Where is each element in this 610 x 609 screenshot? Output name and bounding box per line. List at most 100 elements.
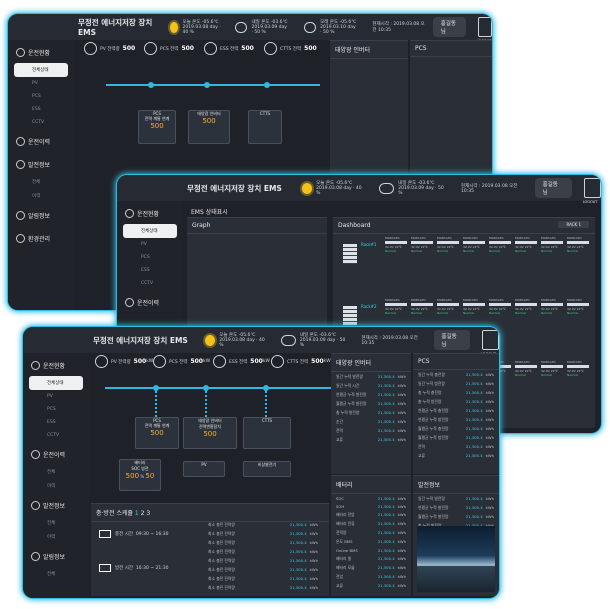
flow-line <box>205 391 207 417</box>
module-cell[interactable]: MODULE132.4V 22℃Normal <box>567 236 589 254</box>
sidebar-item-cctv[interactable]: CCTV <box>117 277 183 290</box>
sidebar-section-alarm[interactable]: 알림정보 <box>8 203 74 226</box>
data-row: 최소 충전 전력량 21,300.4 kWh <box>208 530 318 536</box>
sidebar-section-history[interactable]: 운전이력 <box>8 129 74 152</box>
module-cell[interactable]: MODULE132.4V 22℃Normal <box>385 298 407 316</box>
device-battery[interactable]: 배터리 SOC 방전 500 % 50 <box>119 459 161 491</box>
data-row: 전력 21,300.4 kWh <box>418 443 494 449</box>
device-pcs[interactable]: PCS 전력 계통 연계 500 <box>138 110 176 144</box>
sidebar-item-pcs[interactable]: PCS <box>8 90 74 103</box>
cloud-icon <box>378 182 395 194</box>
device-generator[interactable]: 비상발전기 <box>243 461 291 477</box>
user-button[interactable]: 홍길동 님 <box>432 17 466 37</box>
logout-button[interactable]: LOGOUT <box>481 330 499 356</box>
module-cell[interactable]: MODULE132.4V 22℃Normal <box>411 298 433 316</box>
module-cell[interactable]: MODULE132.4V 22℃Normal <box>541 360 563 378</box>
module-cell[interactable]: MODULE132.4V 22℃Normal <box>541 236 563 254</box>
data-row: 온도 BMS 21,300.4 kWh <box>336 538 406 544</box>
sidebar-item-pcs[interactable]: PCS <box>117 251 183 264</box>
logout-button[interactable]: LOGOUT <box>477 17 492 43</box>
sidebar-item-pv[interactable]: PV <box>8 77 74 90</box>
data-row: 일간 누적 발전량 21,300.4 kWh <box>418 495 494 501</box>
sidebar-item-cctv[interactable]: CCTV <box>23 429 89 442</box>
sidebar-section-status[interactable]: 운전현황 <box>117 201 183 224</box>
device-ctts[interactable]: CTTS <box>248 110 282 144</box>
sidebar-section-history[interactable]: 운전이력 <box>23 442 89 465</box>
sidebar-section-gen[interactable]: 발전정보 <box>23 493 89 516</box>
page-1[interactable]: 1 <box>135 510 139 517</box>
sidebar-item-alarm-log[interactable]: 이력 <box>23 530 89 544</box>
sidebar-section-history[interactable]: 운전이력 <box>117 290 183 313</box>
device-inverter[interactable]: 태양광 인버터 전력변환장치 500 <box>183 417 237 449</box>
module-cell[interactable]: MODULE132.4V 22℃Normal <box>411 236 433 254</box>
sidebar-item-alarm-log[interactable]: 이력 <box>8 189 74 203</box>
module-cell[interactable]: MODULE132.4V 22℃Normal <box>489 236 511 254</box>
ess-icon <box>213 355 226 368</box>
sidebar-item-ess[interactable]: ESS <box>117 264 183 277</box>
weather-tomorrow: 내일 온도 -03.6℃ 2019.03.09 day · 50 % <box>378 180 447 196</box>
module-cell[interactable]: MODULE132.4V 22℃Normal <box>463 236 485 254</box>
device-inverter[interactable]: 태양광 인버터 500 <box>188 110 230 144</box>
sidebar-section-alarm[interactable]: 알림정보 <box>23 544 89 567</box>
module-cell[interactable]: MODULE132.4V 22℃Normal <box>515 236 537 254</box>
app-title: 무정전 에너지저장 장치 EMS <box>187 183 282 193</box>
data-row: 연평균 누적 발전량 21,300.4 kWh <box>418 504 494 510</box>
user-button[interactable]: 홍길동 님 <box>433 330 471 350</box>
module-cell[interactable]: MODULE132.4V 22℃Normal <box>567 360 589 378</box>
data-row: SOH 21,300.4 kWh <box>336 503 406 509</box>
module-cell[interactable]: MODULE132.4V 22℃Normal <box>567 298 589 316</box>
rack-select[interactable]: RACK 1 <box>558 221 589 228</box>
sidebar-item-pcs[interactable]: PCS <box>23 403 89 416</box>
sidebar-item-ess[interactable]: ESS <box>23 416 89 429</box>
sun-icon <box>301 182 313 194</box>
module-cell[interactable]: MODULE132.4V 22℃Normal <box>437 236 459 254</box>
device-ctts[interactable]: CTTS <box>243 417 291 449</box>
module-cell[interactable]: MODULE132.4V 22℃Normal <box>463 298 485 316</box>
datetime: 현재시각 : 2019.03.08 오전 10:35 <box>461 183 518 194</box>
sidebar-section-gen[interactable]: 발전정보 <box>8 152 74 175</box>
pcs-icon <box>153 355 166 368</box>
device-pv[interactable]: PV <box>183 461 225 477</box>
data-row: 최소 충전 전력량 21,300.4 kWh <box>208 521 318 527</box>
module-cell[interactable]: MODULE132.4V 22℃Normal <box>489 298 511 316</box>
weather-tomorrow: 내일 온도 -03.6℃ 2019.03.09 day · 50 % <box>235 19 290 35</box>
sidebar-item-all[interactable]: 전체상태 <box>29 376 83 390</box>
module-cell[interactable]: MODULE132.4V 22℃Normal <box>515 360 537 378</box>
logout-button[interactable]: LOGOUT <box>583 178 601 204</box>
sidebar-item-ess[interactable]: ESS <box>8 103 74 116</box>
data-row: 월평균 누적 발전량 21,300.4 kWh <box>336 400 406 406</box>
sidebar-item-alarm-all[interactable]: 전체 <box>23 465 89 479</box>
sidebar-item-pv[interactable]: PV <box>117 238 183 251</box>
sidebar-item-alarm-all[interactable]: 전체 <box>8 175 74 189</box>
module-cell[interactable]: MODULE132.4V 22℃Normal <box>515 298 537 316</box>
sidebar-item-all[interactable]: 전체상태 <box>123 224 177 238</box>
data-row: SOC 21,300.4 kWh <box>336 495 406 501</box>
data-row: 최소 충전 전력량 21,300.4 kWh <box>208 584 318 590</box>
schedule-panel: 충·방전 스케쥴 1 2 3 충전 시간 09:30 ~ 16:30 방전 시간… <box>91 503 329 596</box>
data-row: 총 누적 충전량 21,300.4 kWh <box>418 389 494 395</box>
sidebar-section-status[interactable]: 운전현황 <box>23 353 89 376</box>
sidebar-item-all[interactable]: 전체상태 <box>14 63 68 77</box>
device-pcs[interactable]: PCS 전력 계통 연계 500 <box>135 417 179 449</box>
sidebar-section-status[interactable]: 운전현황 <box>8 40 74 63</box>
sidebar-item-cctv[interactable]: CCTV <box>8 116 74 129</box>
data-row: 연평균 누적 충전량 21,300.4 kWh <box>418 407 494 413</box>
sidebar-item-alarm-all[interactable]: 전체 <box>23 567 89 581</box>
sidebar-item-alarm-all[interactable]: 전체 <box>23 516 89 530</box>
bus-node <box>204 82 210 88</box>
sidebar-item-alarm-log[interactable]: 이력 <box>23 479 89 493</box>
cctv-icon <box>264 42 277 55</box>
module-cell[interactable]: MODULE132.4V 22℃Normal <box>541 298 563 316</box>
stat-pcs: PCS 전력 500 kW <box>153 355 210 368</box>
sidebar-item-pv[interactable]: PV <box>23 390 89 403</box>
sidebar-section-env[interactable]: 환경관리 <box>8 226 74 249</box>
module-cell[interactable]: MODULE132.4V 22℃Normal <box>385 236 407 254</box>
data-row: 순간 21,300.4 kWh <box>336 418 406 424</box>
page-2[interactable]: 2 <box>141 510 145 517</box>
user-button[interactable]: 홍길동 님 <box>534 178 572 198</box>
page-3[interactable]: 3 <box>146 510 150 517</box>
module-cell[interactable]: MODULE132.4V 22℃Normal <box>437 298 459 316</box>
sidebar: 운전현황 전체상태 PV PCS ESS CCTV 운전이력 전체 이력 발전정… <box>23 353 89 598</box>
data-row: 일간 누적 시간 21,300.4 kWh <box>336 382 406 388</box>
data-row: 일간 누적 충전량 21,300.4 kWh <box>418 371 494 377</box>
